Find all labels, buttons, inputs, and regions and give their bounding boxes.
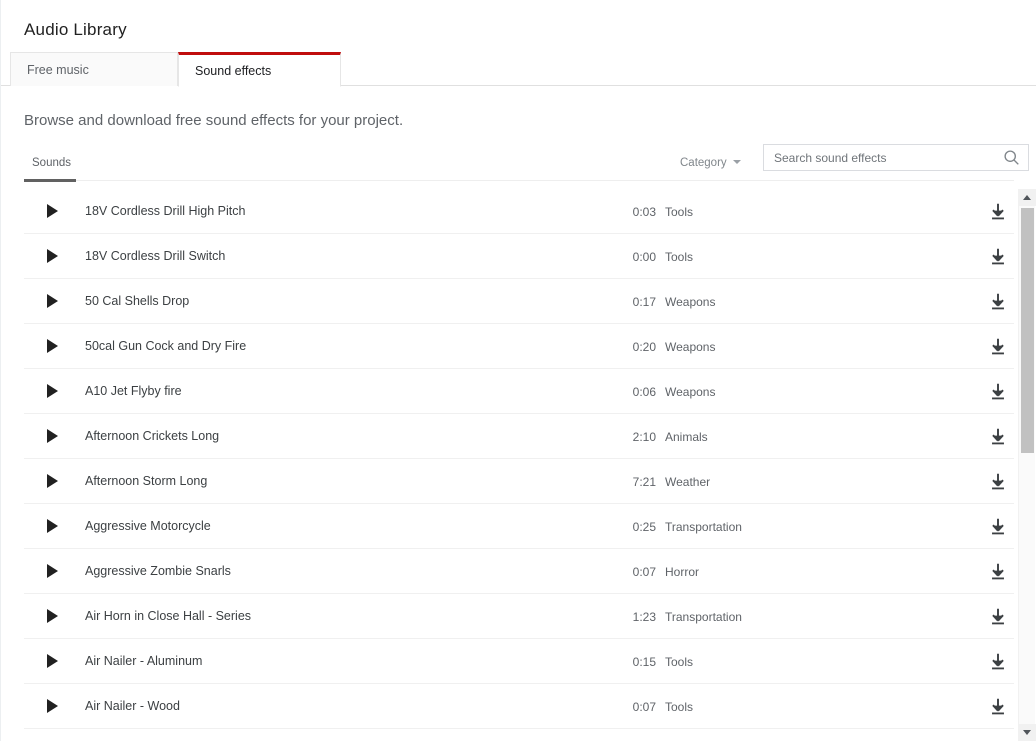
sound-category: Weapons [665,340,716,354]
sound-category: Transportation [665,520,742,534]
sound-title[interactable]: 18V Cordless Drill Switch [85,249,225,263]
page-description: Browse and download free sound effects f… [24,112,404,129]
search-box[interactable] [763,144,1029,171]
download-icon[interactable] [987,381,1009,403]
sound-title[interactable]: Aggressive Motorcycle [85,519,211,533]
sound-title[interactable]: A10 Jet Flyby fire [85,384,182,398]
sound-title[interactable]: 50 Cal Shells Drop [85,294,189,308]
download-icon[interactable] [987,291,1009,313]
play-icon[interactable] [47,294,58,308]
sound-title[interactable]: Aggressive Zombie Snarls [85,564,231,578]
play-icon[interactable] [47,609,58,623]
sound-duration: 1:23 [632,610,656,624]
sound-category: Tools [665,250,694,264]
table-row[interactable]: Air Nailer - Aluminum 0:15 Tools [24,639,1014,684]
sound-duration: 0:00 [632,250,656,264]
sound-title[interactable]: Air Nailer - Wood [85,699,180,713]
sound-duration: 0:06 [632,385,656,399]
sound-duration: 0:20 [632,340,656,354]
tab-free-music-label: Free music [27,63,89,77]
active-column-indicator [24,179,76,182]
category-filter-dropdown[interactable]: Category [680,157,741,169]
category-filter-label: Category [680,157,727,169]
table-row[interactable]: 50cal Gun Cock and Dry Fire 0:20 Weapons [24,324,1014,369]
sound-category: Tools [665,205,694,219]
sound-category: Weather [665,475,711,489]
sound-title[interactable]: 50cal Gun Cock and Dry Fire [85,339,246,353]
download-icon[interactable] [987,426,1009,448]
sound-title[interactable]: 18V Cordless Drill High Pitch [85,204,245,218]
table-row[interactable]: A10 Jet Flyby fire 0:06 Weapons [24,369,1014,414]
play-icon[interactable] [47,384,58,398]
download-icon[interactable] [987,606,1009,628]
play-icon[interactable] [47,654,58,668]
download-icon[interactable] [987,471,1009,493]
sound-category: Weapons [665,295,716,309]
table-body: 18V Cordless Drill High Pitch 0:03 Tools 18… [1,189,1036,729]
table-row[interactable]: 18V Cordless Drill High Pitch 0:03 Tools [24,189,1014,234]
play-icon[interactable] [47,339,58,353]
table-row[interactable]: Afternoon Crickets Long 2:10 Animals [24,414,1014,459]
sound-duration: 0:07 [632,700,656,714]
sound-duration: 0:25 [632,520,656,534]
sound-category: Animals [665,430,708,444]
download-icon[interactable] [987,561,1009,583]
play-icon[interactable] [47,519,58,533]
tab-free-music[interactable]: Free music [10,52,178,86]
tab-sound-effects[interactable]: Sound effects [178,52,341,87]
table-row[interactable]: 50 Cal Shells Drop 0:17 Weapons [24,279,1014,324]
sound-title[interactable]: Afternoon Crickets Long [85,429,219,443]
table-row[interactable]: Afternoon Storm Long 7:21 Weather [24,459,1014,504]
play-icon[interactable] [47,249,58,263]
tab-bar: Free music Sound effects [1,52,1036,87]
sound-title[interactable]: Air Horn in Close Hall - Series [85,609,251,623]
sound-duration: 0:17 [632,295,656,309]
table-row[interactable]: 18V Cordless Drill Switch 0:00 Tools [24,234,1014,279]
audio-library-page: Audio Library Free music Sound effects B… [0,0,1036,741]
scrollbar-thumb[interactable] [1021,208,1034,453]
sound-category: Weapons [665,385,716,399]
sound-category: Tools [665,700,694,714]
download-icon[interactable] [987,696,1009,718]
play-icon[interactable] [47,474,58,488]
download-icon[interactable] [987,516,1009,538]
sound-duration: 2:10 [632,430,656,444]
table-row[interactable]: Air Horn in Close Hall - Series 1:23 Trans… [24,594,1014,639]
tab-sound-effects-label: Sound effects [195,64,272,78]
vertical-scrollbar[interactable] [1018,189,1036,741]
table-row[interactable]: Aggressive Zombie Snarls 0:07 Horror [24,549,1014,594]
sound-duration: 0:07 [632,565,656,579]
table-row[interactable]: Aggressive Motorcycle 0:25 Transportation [24,504,1014,549]
sound-duration: 0:03 [632,205,656,219]
sound-effects-table: 18V Cordless Drill High Pitch 0:03 Tools 18… [1,189,1036,741]
sound-category: Horror [665,565,700,579]
download-icon[interactable] [987,336,1009,358]
play-icon[interactable] [47,699,58,713]
chevron-down-icon [732,160,741,164]
play-icon[interactable] [47,204,58,218]
sound-duration: 7:21 [632,475,656,489]
list-header: Sounds Category [1,144,1036,189]
table-row[interactable]: Air Nailer - Wood 0:07 Tools [24,684,1014,729]
sound-category: Transportation [665,610,742,624]
scroll-up-arrow-icon[interactable] [1019,189,1036,206]
download-icon[interactable] [987,201,1009,223]
page-title: Audio Library [24,20,127,39]
search-icon[interactable] [1003,149,1020,166]
sound-title[interactable]: Air Nailer - Aluminum [85,654,202,668]
play-icon[interactable] [47,429,58,443]
scroll-down-arrow-icon[interactable] [1019,724,1036,741]
sound-title[interactable]: Afternoon Storm Long [85,474,207,488]
download-icon[interactable] [987,246,1009,268]
column-header-sounds[interactable]: Sounds [32,157,71,169]
play-icon[interactable] [47,564,58,578]
download-icon[interactable] [987,651,1009,673]
sound-category: Tools [665,655,694,669]
search-input[interactable] [764,145,994,170]
header-divider [24,180,1014,181]
sound-duration: 0:15 [632,655,656,669]
